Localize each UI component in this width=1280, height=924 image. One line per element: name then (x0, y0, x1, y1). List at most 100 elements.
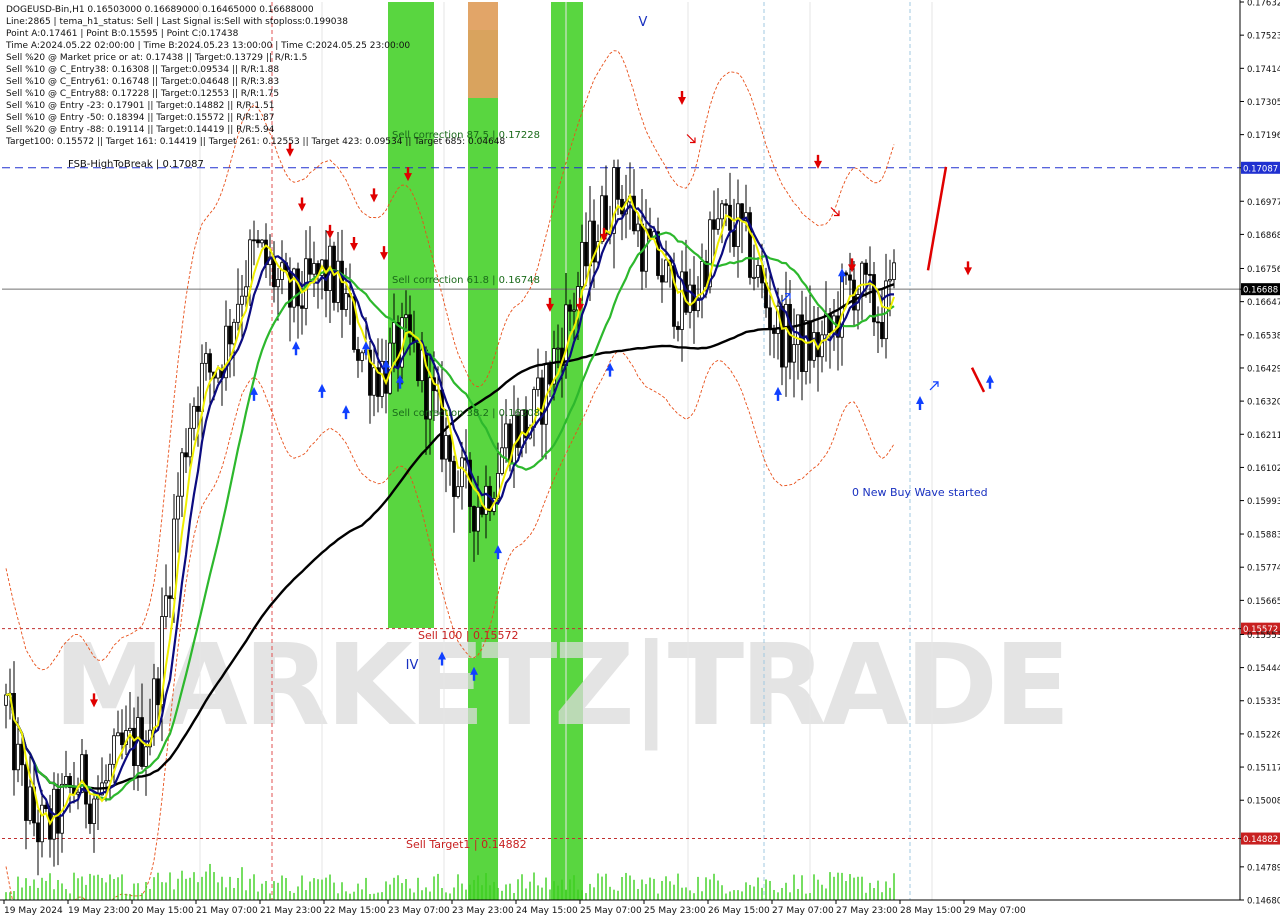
watermark: MARKETZ|TRADE (54, 621, 1071, 751)
candle-body (444, 435, 448, 460)
candle-body (640, 223, 644, 272)
candle-body (152, 678, 156, 731)
candle-body (84, 754, 88, 805)
y-tick-label: 0.16977 (1247, 198, 1280, 208)
candle-body (204, 353, 208, 364)
candle-body (768, 307, 772, 330)
y-tick-label: 0.15226 (1247, 730, 1280, 740)
candle-body (792, 344, 796, 363)
candle-body (860, 262, 864, 296)
candle-body (144, 746, 148, 767)
candle-body (188, 427, 192, 458)
y-tick-label: 0.17087 (1243, 164, 1278, 174)
candle-body (872, 274, 876, 323)
candle-body (196, 405, 200, 412)
candle-body (336, 260, 340, 303)
candle-body (548, 363, 552, 385)
candle-body (20, 743, 24, 766)
y-tick-label: 0.15774 (1247, 564, 1280, 574)
chart: MARKETZ|TRADE FSB-HighToBreak | 0.17087 … (0, 0, 1280, 924)
sell-100-label: Sell 100 | 0.15572 (418, 629, 519, 642)
orange-zone (468, 2, 498, 98)
correction-382-label: Sell correction 38.2 | 0.16308 (392, 408, 540, 419)
candle-body (312, 263, 316, 275)
candle-body (232, 321, 236, 345)
y-tick-label: 0.15553 (1247, 631, 1280, 641)
y-tick-label: 0.17414 (1247, 65, 1280, 75)
info-line: Time A:2024.05.22 02:00:00 | Time B:2024… (5, 41, 410, 51)
info-line: Point A:0.17461 | Point B:0.15595 | Poin… (6, 29, 239, 39)
candle-body (404, 314, 408, 319)
y-tick-label: 0.16320 (1247, 398, 1280, 408)
candle-body (756, 265, 760, 278)
info-line: Sell %10 @ C_Entry61: 0.16748 || Target:… (6, 77, 279, 87)
candle-body (880, 321, 884, 340)
chart-svg: MARKETZ|TRADE FSB-HighToBreak | 0.17087 … (0, 0, 1280, 924)
x-tick-label: 22 May 15:00 (324, 906, 386, 916)
candle-body (712, 219, 716, 230)
y-tick-label: 0.15335 (1247, 697, 1280, 707)
x-tick-label: 29 May 07:00 (964, 906, 1026, 916)
y-tick-label: 0.16868 (1247, 231, 1280, 241)
candle-body (360, 352, 364, 361)
candle-body (252, 239, 256, 242)
y-tick-label: 0.15444 (1247, 664, 1280, 674)
x-tick-label: 27 May 23:00 (836, 906, 898, 916)
x-tick-label: 25 May 07:00 (580, 906, 642, 916)
candle-body (28, 786, 32, 821)
candle-body (636, 223, 640, 232)
x-tick-label: 25 May 23:00 (644, 906, 706, 916)
candle-body (228, 325, 232, 345)
candle-body (780, 305, 784, 368)
candle-body (512, 414, 516, 465)
candle-body (472, 506, 476, 532)
x-tick-label: 23 May 07:00 (388, 906, 450, 916)
y-tick-label: 0.14680 (1247, 897, 1280, 907)
candle-body (716, 218, 720, 230)
candle-body (392, 322, 396, 344)
candle-body (884, 280, 888, 340)
candle-body (480, 506, 484, 515)
candle-body (308, 258, 312, 275)
candle-body (604, 195, 608, 234)
candle-body (372, 367, 376, 396)
candle-body (180, 452, 184, 497)
candle-body (724, 203, 728, 206)
candle-body (64, 776, 68, 785)
x-tick-label: 26 May 15:00 (708, 906, 770, 916)
candle-body (184, 452, 188, 458)
x-tick-label: 27 May 07:00 (772, 906, 834, 916)
candle-body (156, 678, 160, 706)
candle-body (24, 764, 28, 821)
y-tick-label: 0.16756 (1247, 265, 1280, 275)
y-tick-label: 0.16429 (1247, 364, 1280, 374)
candle-body (4, 694, 8, 706)
candle-body (208, 353, 212, 373)
x-tick-label: 23 May 23:00 (452, 906, 514, 916)
candle-body (448, 435, 452, 462)
info-line: Sell %10 @ C_Entry38: 0.16308 || Target:… (6, 65, 279, 75)
candle-body (176, 495, 180, 520)
sell-target1-label: Sell Target1 | 0.14882 (406, 838, 527, 851)
candle-body (664, 259, 668, 283)
info-line: Sell %20 @ Market price or at: 0.17438 |… (6, 53, 307, 63)
info-line: Sell %10 @ C_Entry88: 0.17228 || Target:… (6, 89, 279, 99)
candle-body (456, 486, 460, 497)
candle-body (504, 423, 508, 449)
candle-body (164, 595, 168, 617)
candle-body (820, 334, 824, 358)
candle-body (476, 506, 480, 532)
y-tick-label: 0.16647 (1247, 298, 1280, 308)
y-tick-label: 0.15117 (1247, 764, 1280, 774)
info-line: Sell %20 @ Entry -88: 0.19114 || Target:… (6, 125, 275, 135)
candle-body (632, 195, 636, 232)
x-tick-label: 24 May 15:00 (516, 906, 578, 916)
candle-body (168, 595, 172, 599)
info-line: DOGEUSD-Bin,H1 0.16503000 0.16689000 0.1… (6, 5, 314, 15)
candle-body (564, 304, 568, 366)
candle-body (92, 798, 96, 824)
candle-body (616, 167, 620, 200)
candle-body (848, 274, 852, 281)
candle-body (324, 259, 328, 291)
candle-body (644, 228, 648, 272)
